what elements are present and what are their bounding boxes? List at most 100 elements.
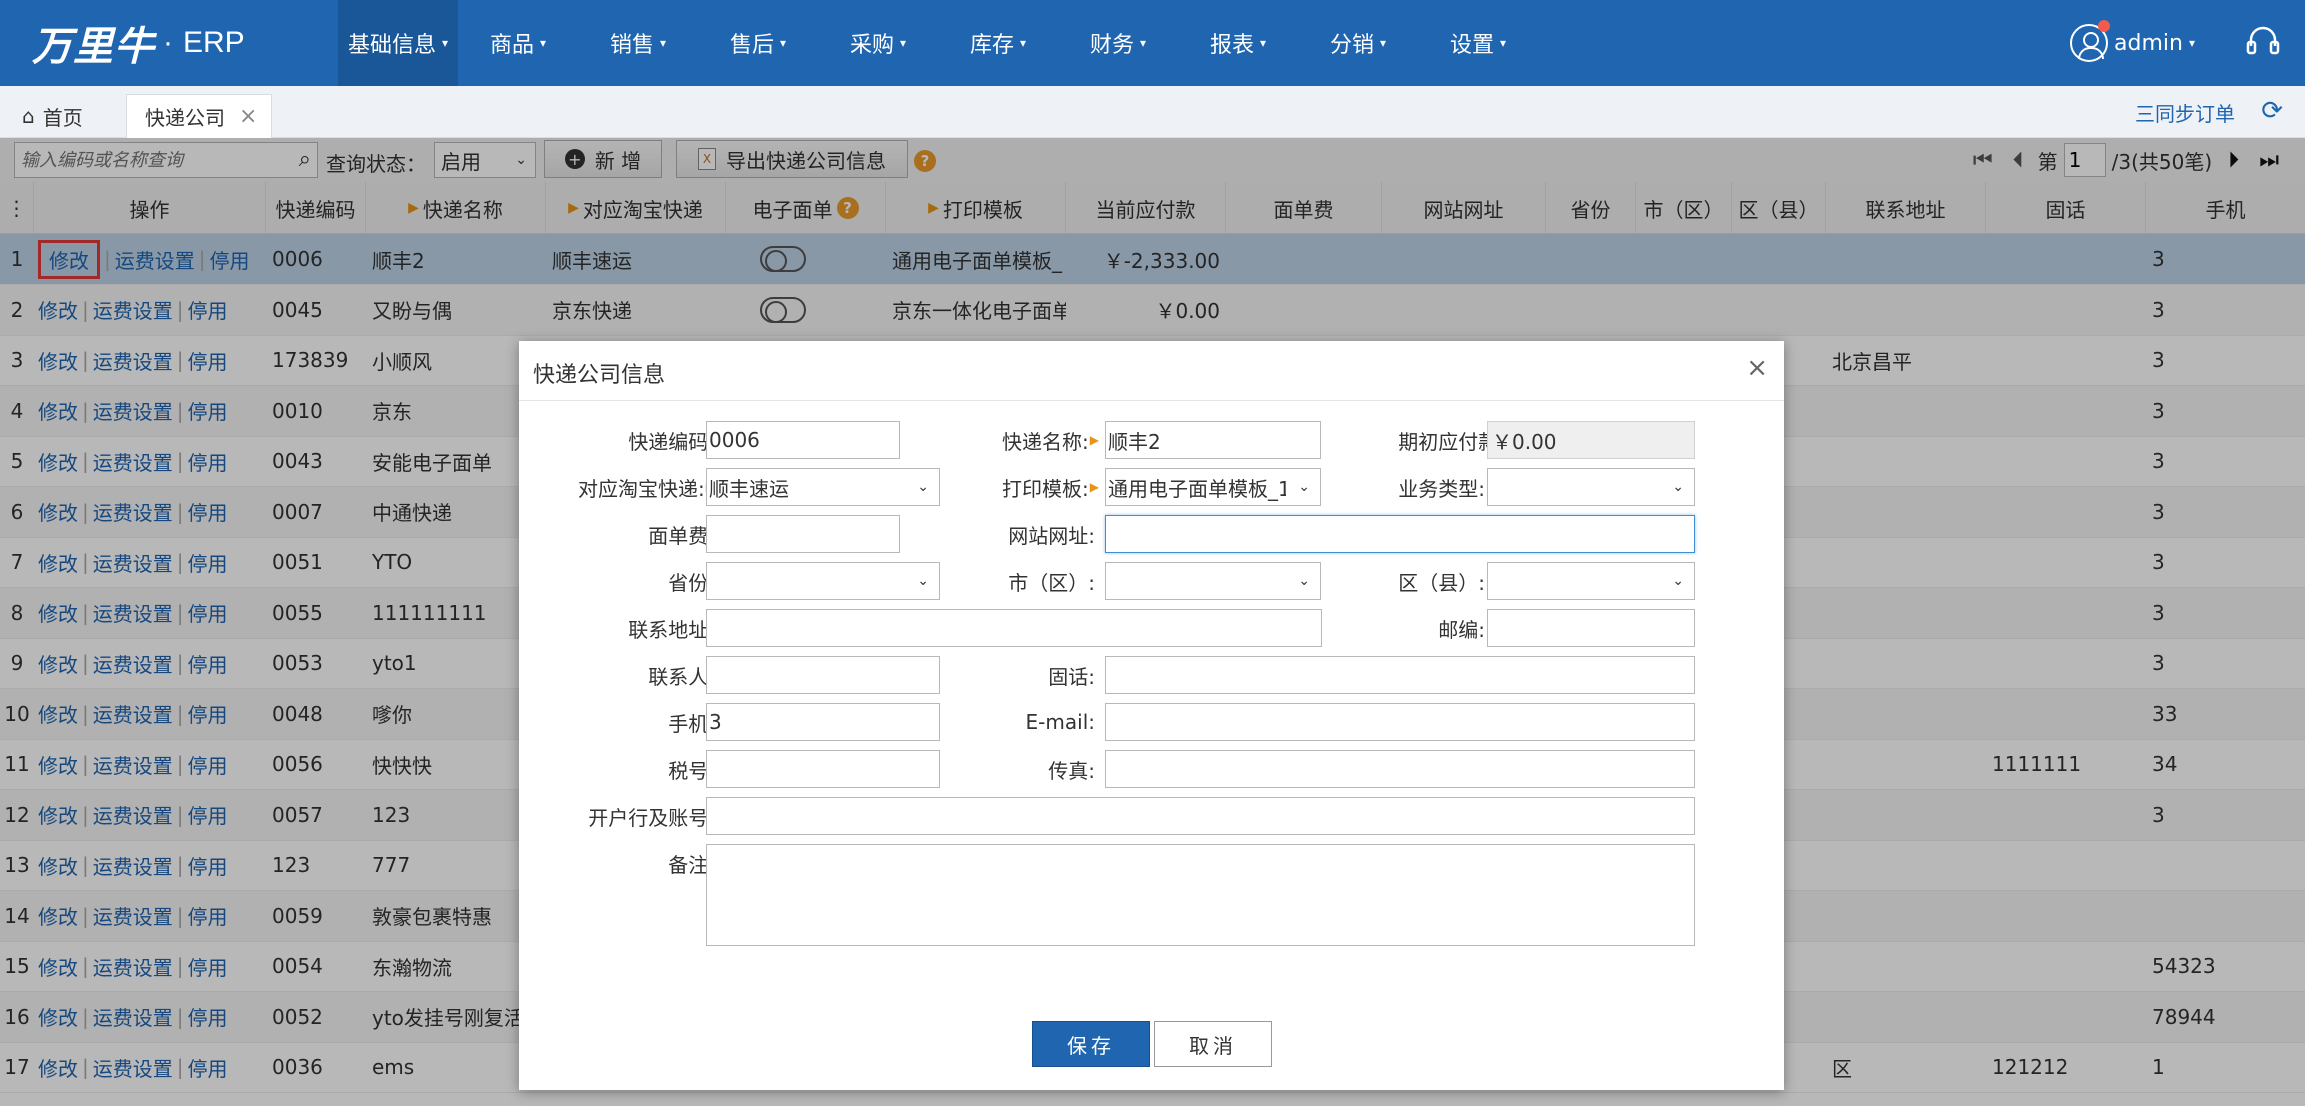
print-template-select[interactable]: 通用电子面单模板_1 ⌄: [1105, 468, 1321, 506]
avatar-icon: [2070, 20, 2111, 62]
tab-express-company[interactable]: 快递公司 ×: [126, 94, 272, 138]
code-field[interactable]: 0006: [706, 421, 900, 459]
template-label-text: 打印模板:: [1002, 476, 1089, 501]
chevron-down-icon: ⌄: [1672, 573, 1684, 589]
code-label: 快递编码:: [628, 429, 715, 454]
mobile-label: 手机:: [668, 711, 715, 736]
opening-payable-value: ￥0.00: [1492, 429, 1557, 454]
top-navbar: 万里牛 · ERP 基础信息 ▾ 商品 ▾ 销售 ▾ 售后 ▾ 采购 ▾ 库存 ▾ 财务 ▾ …: [0, 0, 2305, 86]
name-value: 顺丰2: [1108, 429, 1161, 454]
page-tabs: ⌂ 首页 快递公司 ×: [0, 86, 2305, 138]
home-icon: ⌂: [22, 104, 35, 128]
chevron-down-icon: ⌄: [1672, 479, 1684, 495]
province-label: 省份:: [668, 570, 715, 595]
nav-label: 商品: [489, 33, 534, 58]
chevron-down-icon: ▾: [539, 36, 547, 50]
nav-inventory[interactable]: 库存 ▾: [938, 0, 1058, 86]
chevron-down-icon: ▾: [899, 36, 907, 50]
nav-label: 库存: [969, 33, 1014, 58]
print-template-label: 打印模板: ▶: [919, 468, 1099, 506]
district-select[interactable]: ⌄: [1487, 562, 1695, 600]
chevron-down-icon: ▾: [2188, 36, 2195, 50]
tax-id-field[interactable]: [706, 750, 940, 788]
city-select[interactable]: ⌄: [1105, 562, 1321, 600]
landline-field[interactable]: [1105, 656, 1695, 694]
nav-label: 分销: [1329, 33, 1374, 58]
main-nav: 基础信息 ▾ 商品 ▾ 销售 ▾ 售后 ▾ 采购 ▾ 库存 ▾ 财务 ▾ 报表 ▾ 分销 ▾ 设置…: [338, 0, 1538, 86]
contact-label: 联系人:: [648, 664, 715, 689]
close-icon[interactable]: ×: [1746, 353, 1768, 383]
save-button[interactable]: 保存: [1032, 1021, 1150, 1067]
name-field[interactable]: 顺丰2: [1105, 421, 1321, 459]
landline-label: 固话:: [1048, 664, 1095, 689]
brand-dot: ·: [163, 26, 173, 59]
nav-finance[interactable]: 财务 ▾: [1058, 0, 1178, 86]
refresh-icon[interactable]: ⟳: [2261, 96, 2283, 126]
cancel-button[interactable]: 取消: [1154, 1021, 1272, 1067]
name-label-text: 快递名称:: [1002, 429, 1089, 454]
nav-after-sales[interactable]: 售后 ▾: [698, 0, 818, 86]
chevron-down-icon: ▾: [659, 36, 667, 50]
chevron-down-icon: ▾: [441, 36, 449, 50]
close-icon[interactable]: ×: [239, 104, 257, 129]
dialog-title: 快递公司信息: [533, 363, 666, 388]
nav-basic-info[interactable]: 基础信息 ▾: [338, 0, 458, 86]
fee-label: 面单费:: [648, 523, 715, 548]
taobao-express-select[interactable]: 顺丰速运 ⌄: [706, 468, 940, 506]
taobao-label-text: 对应淘宝快递:: [578, 476, 705, 501]
nav-sales[interactable]: 销售 ▾: [578, 0, 698, 86]
nav-label: 财务: [1089, 33, 1134, 58]
chevron-down-icon: ▾: [1379, 36, 1387, 50]
nav-label: 基础信息: [347, 33, 436, 58]
brand-logo-text: 万里牛: [32, 23, 155, 70]
taobao-express-value: 顺丰速运: [709, 476, 789, 501]
tab-home[interactable]: ⌂ 首页: [12, 94, 122, 138]
email-field[interactable]: [1105, 703, 1695, 741]
tax-id-label: 税号:: [668, 758, 715, 783]
province-select[interactable]: ⌄: [706, 562, 940, 600]
dialog-header: 快递公司信息 ×: [519, 341, 1784, 401]
email-label: E-mail:: [1025, 710, 1095, 734]
opening-payable-label: 期初应付款:: [1398, 429, 1505, 454]
chevron-down-icon: ⌄: [1298, 573, 1310, 589]
taobao-express-label: 对应淘宝快递:▶: [539, 468, 715, 506]
nav-distribution[interactable]: 分销 ▾: [1298, 0, 1418, 86]
name-label: 快递名称: ▶: [919, 421, 1099, 459]
remark-textarea[interactable]: [706, 844, 1695, 946]
code-value: 0006: [709, 428, 760, 452]
contact-field[interactable]: [706, 656, 940, 694]
app-logo[interactable]: 万里牛 · ERP: [32, 14, 245, 72]
website-field[interactable]: [1105, 515, 1695, 553]
address-field[interactable]: [706, 609, 1322, 647]
brand-product: ERP: [183, 26, 245, 59]
user-menu[interactable]: admin ▾: [2070, 20, 2195, 66]
business-type-select[interactable]: ⌄: [1487, 468, 1695, 506]
tab-label: 快递公司: [145, 106, 225, 130]
mobile-field[interactable]: 3: [706, 703, 940, 741]
business-type-label: 业务类型:: [1398, 476, 1485, 501]
fax-field[interactable]: [1105, 750, 1695, 788]
city-label: 市（区）:: [1008, 570, 1095, 595]
address-label: 联系地址:: [628, 617, 715, 642]
nav-label: 销售: [609, 33, 654, 58]
nav-purchase[interactable]: 采购 ▾: [818, 0, 938, 86]
opening-payable-field: ￥0.00: [1487, 421, 1695, 459]
notification-dot: [2098, 20, 2111, 32]
chevron-down-icon: ▾: [1019, 36, 1027, 50]
website-label: 网站网址:: [1008, 523, 1095, 548]
nav-settings[interactable]: 设置 ▾: [1418, 0, 1538, 86]
headset-icon[interactable]: [2243, 22, 2283, 62]
fee-field[interactable]: [706, 515, 900, 553]
sync-orders-link[interactable]: 三同步订单: [2135, 98, 2235, 127]
nav-label: 售后: [729, 33, 774, 58]
bank-account-field[interactable]: [706, 797, 1695, 835]
nav-products[interactable]: 商品 ▾: [458, 0, 578, 86]
zip-field[interactable]: [1487, 609, 1695, 647]
nav-reports[interactable]: 报表 ▾: [1178, 0, 1298, 86]
chevron-down-icon: ▾: [1259, 36, 1267, 50]
nav-label: 报表: [1209, 33, 1254, 58]
fax-label: 传真:: [1048, 758, 1095, 783]
nav-label: 设置: [1449, 33, 1494, 58]
user-name: admin: [2114, 30, 2183, 56]
nav-label: 采购: [849, 33, 894, 58]
